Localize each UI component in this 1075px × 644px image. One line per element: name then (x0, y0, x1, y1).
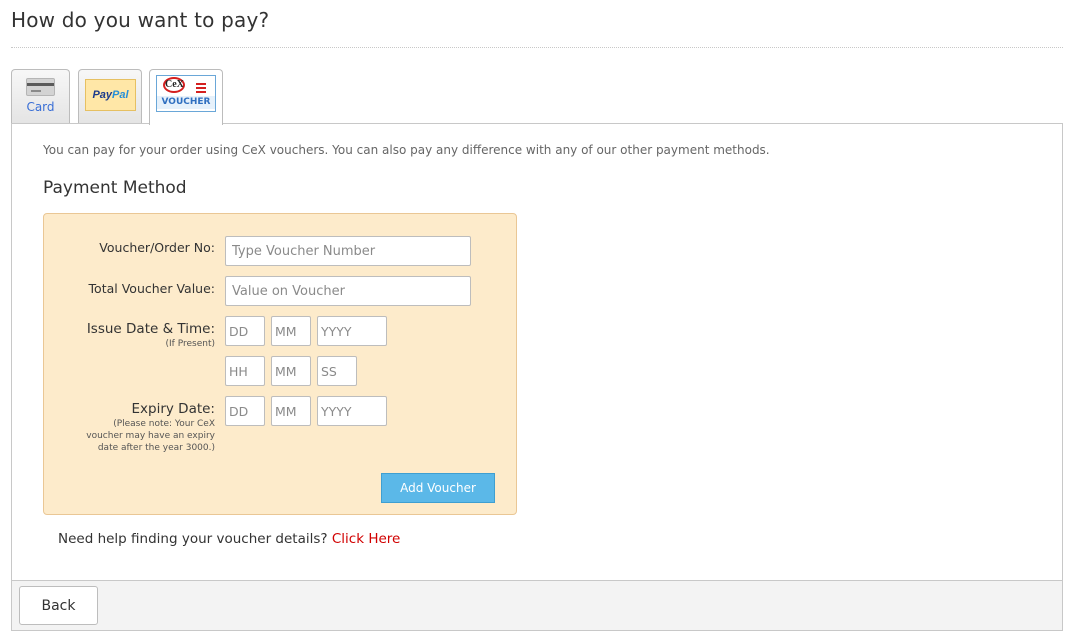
intro-text: You can pay for your order using CeX vou… (43, 143, 770, 157)
voucher-number-label: Voucher/Order No: (99, 240, 215, 255)
paypal-logo-pay: Pay (92, 89, 113, 101)
footer-bar: Back (11, 580, 1063, 631)
voucher-panel: You can pay for your order using CeX vou… (11, 123, 1063, 581)
issue-day-input[interactable] (225, 316, 265, 346)
cex-badge: CeX (163, 77, 185, 93)
expiry-month-input[interactable] (271, 396, 311, 426)
voucher-form: Voucher/Order No: Total Voucher Value: I… (43, 213, 517, 515)
page-title: How do you want to pay? (11, 8, 270, 32)
voucher-help-text: Need help finding your voucher details? (58, 531, 328, 547)
voucher-help-link[interactable]: Click Here (332, 531, 400, 547)
expiry-date-label: Expiry Date: (131, 401, 216, 417)
expiry-note-line-2: voucher may have an expiry (86, 431, 215, 441)
paypal-logo-icon: PayPal (85, 79, 136, 111)
expiry-note-line-3: date after the year 3000.) (97, 443, 215, 453)
tab-card[interactable]: Card (11, 69, 70, 124)
tab-voucher[interactable]: CeX VOUCHER (149, 69, 223, 125)
total-value-input[interactable] (225, 276, 471, 306)
issue-month-input[interactable] (271, 316, 311, 346)
issue-second-input[interactable] (317, 356, 357, 386)
total-value-label: Total Voucher Value: (88, 281, 215, 296)
issue-year-input[interactable] (317, 316, 387, 346)
issue-hour-input[interactable] (225, 356, 265, 386)
voucher-help: Need help finding your voucher details? … (58, 531, 400, 547)
cex-lines-icon (196, 83, 206, 95)
expiry-year-input[interactable] (317, 396, 387, 426)
title-divider (11, 47, 1063, 48)
expiry-note-line-1: (Please note: Your CeX (113, 419, 215, 429)
voucher-number-input[interactable] (225, 236, 471, 266)
issue-minute-input[interactable] (271, 356, 311, 386)
section-title: Payment Method (43, 178, 187, 198)
cex-voucher-logo-icon: CeX VOUCHER (156, 75, 216, 112)
tab-card-label: Card (26, 100, 55, 114)
paypal-logo-pal: Pal (112, 89, 129, 101)
credit-card-icon (26, 78, 55, 96)
add-voucher-button[interactable]: Add Voucher (381, 473, 495, 503)
expiry-day-input[interactable] (225, 396, 265, 426)
tab-voucher-label: VOUCHER (157, 96, 215, 109)
issue-date-label: Issue Date & Time: (86, 321, 215, 337)
tab-paypal[interactable]: PayPal (78, 69, 142, 124)
back-button[interactable]: Back (19, 586, 98, 625)
issue-date-sub: (If Present) (165, 339, 215, 349)
